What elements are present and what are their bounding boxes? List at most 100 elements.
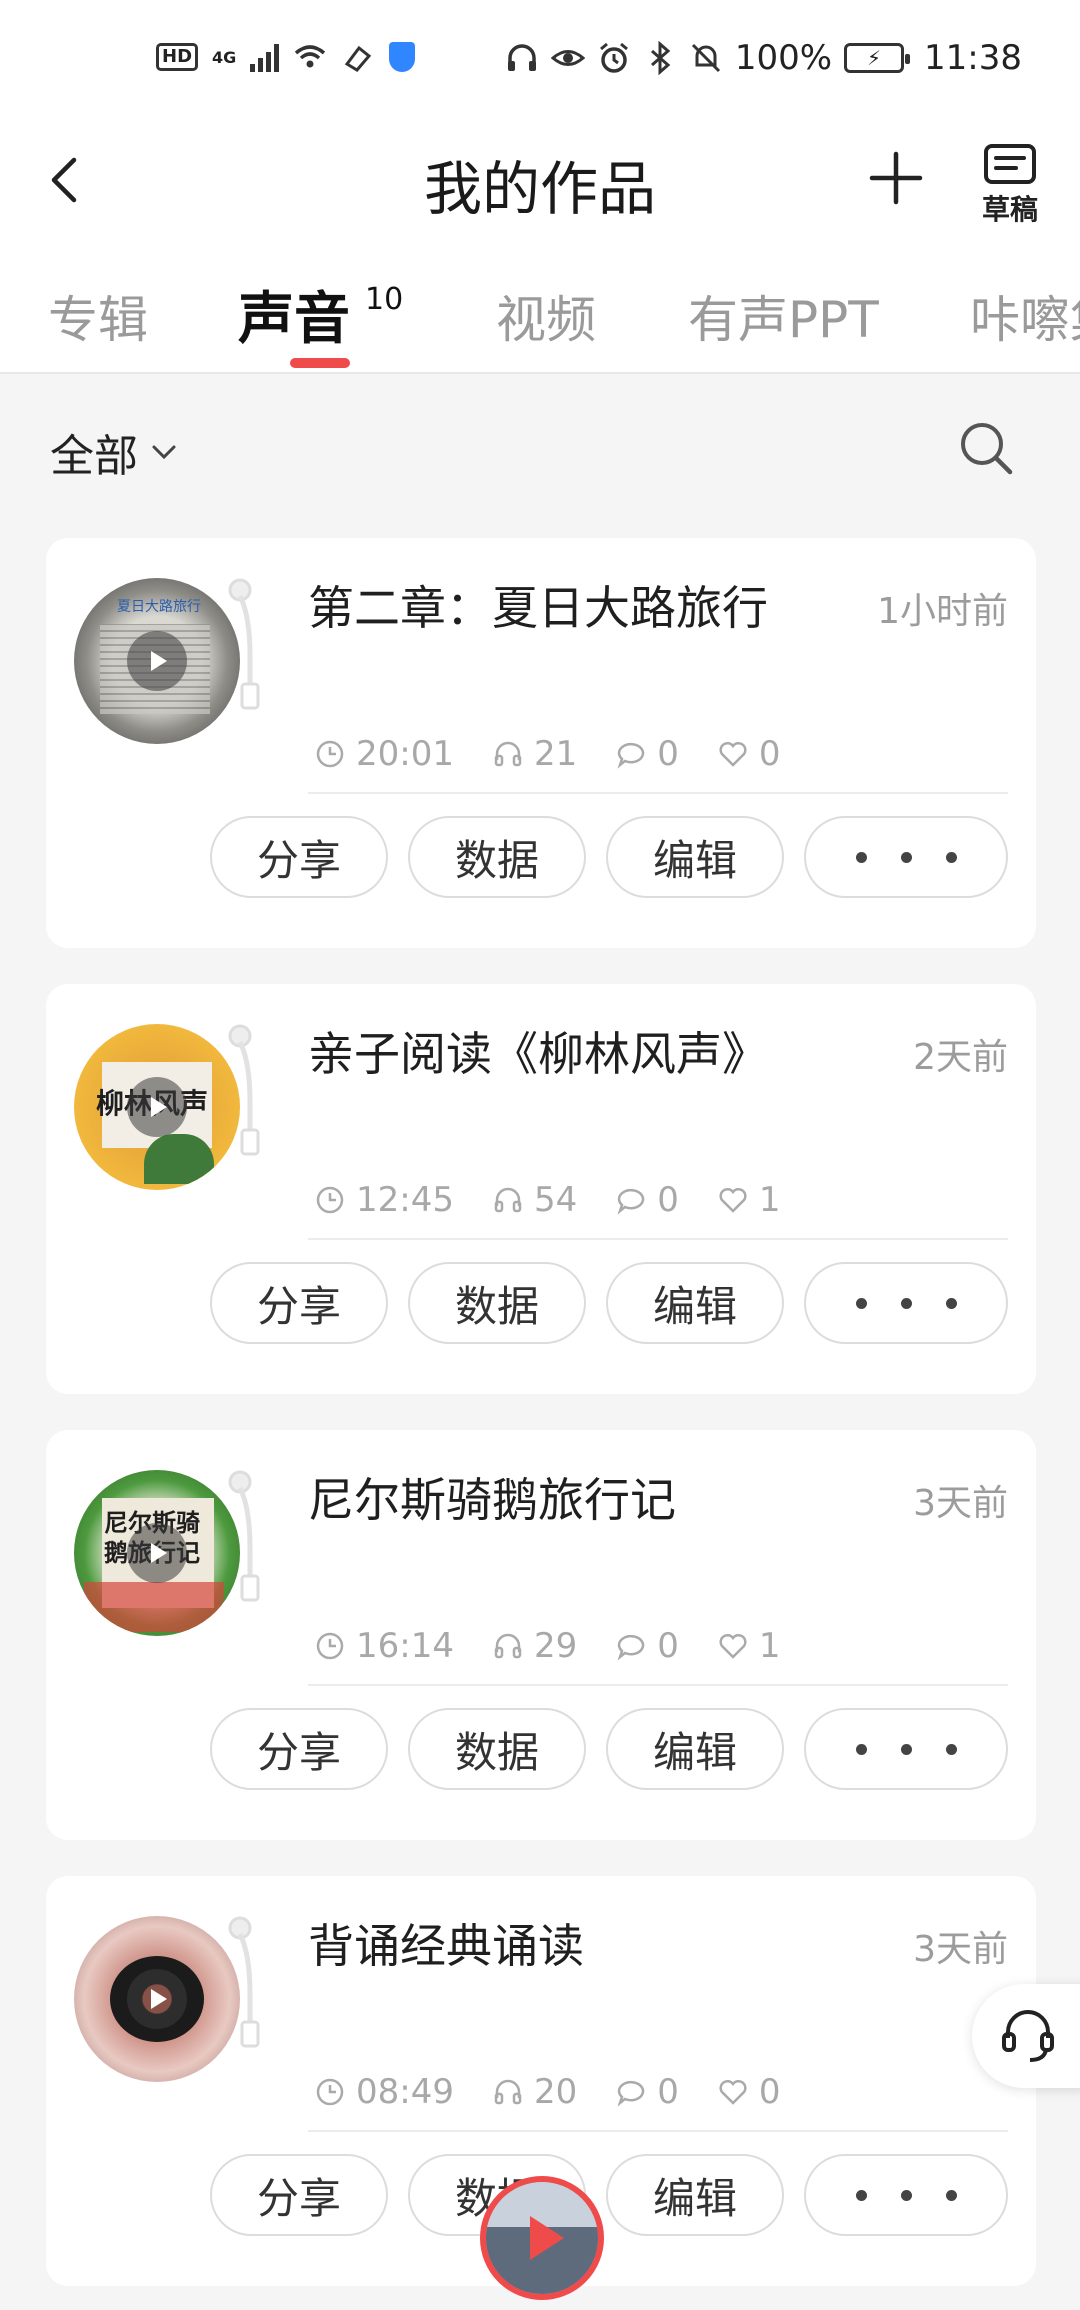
- more-button[interactable]: [804, 2154, 1008, 2236]
- work-stats: 08:49 20 0 0: [314, 2072, 819, 2112]
- eye-icon: [550, 50, 585, 66]
- draft-label: 草稿: [981, 193, 1038, 226]
- divider: [308, 2130, 1008, 2132]
- work-title: 背诵经典诵读: [308, 1919, 584, 1973]
- action-row: 分享 数据 编辑: [210, 816, 1008, 898]
- wifi-icon: [295, 45, 326, 68]
- headphones-icon: [494, 1633, 522, 1659]
- more-button[interactable]: [804, 1262, 1008, 1344]
- data-button[interactable]: 数据: [408, 816, 586, 898]
- comment-icon: [617, 1635, 645, 1661]
- likes-value: 0: [758, 2072, 781, 2112]
- data-saver-icon: [345, 45, 372, 72]
- comments-value: 0: [657, 1626, 679, 1666]
- tab-bar: 专辑 声音 10 视频 有声PPT 咔嚓集: [0, 240, 1080, 374]
- cover-image[interactable]: 柳林风声: [74, 1024, 240, 1190]
- draft-button[interactable]: 草稿: [980, 142, 1040, 232]
- work-card[interactable]: 夏日大路旅行 第二章：夏日大路旅行 1小时前 20:01 21 0 0 分享 数…: [46, 538, 1036, 948]
- add-icon[interactable]: [866, 148, 926, 208]
- network-type: 4G: [212, 47, 237, 67]
- cover-illustration: [144, 1134, 214, 1184]
- duration-stat: 12:45: [314, 1180, 454, 1220]
- work-card[interactable]: 柳林风声 亲子阅读《柳林风声》 2天前 12:45 54 0 1 分享 数据 编…: [46, 984, 1036, 1394]
- tonearm-icon: [228, 1024, 260, 1156]
- likes-stat: 0: [717, 734, 781, 774]
- divider: [308, 792, 1008, 794]
- headphones-icon: [507, 44, 536, 71]
- comment-icon: [617, 1189, 645, 1215]
- plays-stat: 21: [492, 734, 577, 774]
- clock-icon: [316, 740, 344, 768]
- more-icon: [855, 2189, 957, 2201]
- work-time: 1小时前: [877, 591, 1008, 632]
- clock: 11:38: [924, 38, 1022, 78]
- mini-player[interactable]: [480, 2176, 604, 2300]
- more-button[interactable]: [804, 816, 1008, 898]
- plays-value: 20: [533, 2072, 578, 2112]
- play-icon[interactable]: [127, 1077, 187, 1137]
- comments-stat: 0: [615, 2072, 679, 2112]
- edit-button[interactable]: 编辑: [606, 816, 784, 898]
- status-left: HD 4G: [156, 40, 416, 74]
- plays-value: 29: [533, 1626, 578, 1666]
- share-button[interactable]: 分享: [210, 1708, 388, 1790]
- hd-icon: HD: [156, 43, 199, 71]
- work-stats: 16:14 29 0 1: [314, 1626, 819, 1666]
- tab-sounds[interactable]: 声音: [238, 274, 350, 355]
- tab-audio-ppt[interactable]: 有声PPT: [688, 280, 879, 352]
- clock-icon: [316, 1632, 344, 1660]
- signal-icon: [250, 42, 280, 72]
- headphones-icon: [494, 1187, 522, 1213]
- edit-button[interactable]: 编辑: [606, 1708, 784, 1790]
- cover-image[interactable]: 尼尔斯骑鹅旅行记: [74, 1470, 240, 1636]
- tab-albums[interactable]: 专辑: [48, 280, 148, 352]
- chevron-down-icon: [152, 445, 176, 460]
- work-title: 尼尔斯骑鹅旅行记: [308, 1473, 676, 1527]
- data-button[interactable]: 数据: [408, 1708, 586, 1790]
- cover-image[interactable]: [74, 1916, 240, 2082]
- edit-button[interactable]: 编辑: [606, 2154, 784, 2236]
- tab-kacha[interactable]: 咔嚓集: [970, 280, 1080, 352]
- duration-value: 20:01: [356, 734, 454, 774]
- plays-stat: 29: [492, 1626, 577, 1666]
- play-icon[interactable]: [127, 1523, 187, 1583]
- status-right: 100% ⚡ 11:38: [505, 38, 1022, 78]
- heart-icon: [719, 1633, 747, 1659]
- screen: HD 4G 100% ⚡ 11:38 我的作品 草稿 专辑 声音 10 视频 有…: [0, 0, 1080, 2310]
- work-card[interactable]: 尼尔斯骑鹅旅行记 尼尔斯骑鹅旅行记 3天前 16:14 29 0 1 分享 数据…: [46, 1430, 1036, 1840]
- filter-dropdown[interactable]: 全部: [50, 420, 178, 484]
- duration-value: 12:45: [356, 1180, 454, 1220]
- headphones-icon: [494, 2079, 522, 2105]
- likes-stat: 1: [717, 1626, 781, 1666]
- data-button[interactable]: 数据: [408, 1262, 586, 1344]
- likes-stat: 1: [717, 1180, 781, 1220]
- alarm-icon: [599, 42, 628, 73]
- play-icon[interactable]: [127, 631, 187, 691]
- play-icon[interactable]: [127, 1969, 187, 2029]
- tab-videos[interactable]: 视频: [496, 280, 596, 352]
- search-icon[interactable]: [956, 418, 1016, 478]
- clock-icon: [316, 2078, 344, 2106]
- comment-icon: [617, 743, 645, 769]
- duration-value: 16:14: [356, 1626, 454, 1666]
- more-button[interactable]: [804, 1708, 1008, 1790]
- share-button[interactable]: 分享: [210, 816, 388, 898]
- share-button[interactable]: 分享: [210, 1262, 388, 1344]
- plays-stat: 54: [492, 1180, 577, 1220]
- more-icon: [855, 1743, 957, 1755]
- play-icon[interactable]: [530, 2216, 564, 2260]
- share-button[interactable]: 分享: [210, 2154, 388, 2236]
- mute-icon: [691, 43, 720, 73]
- cover-illustration: [84, 1582, 224, 1632]
- edit-button[interactable]: 编辑: [606, 1262, 784, 1344]
- customer-service-button[interactable]: [972, 1984, 1080, 2088]
- comments-value: 0: [657, 734, 679, 774]
- action-row: 分享 数据 编辑: [210, 1708, 1008, 1790]
- likes-value: 1: [758, 1180, 781, 1220]
- cover-image[interactable]: 夏日大路旅行: [74, 578, 240, 744]
- action-row: 分享 数据 编辑: [210, 1262, 1008, 1344]
- headset-icon: [1002, 2010, 1054, 2062]
- heart-icon: [719, 1187, 747, 1213]
- likes-value: 0: [758, 734, 781, 774]
- divider: [308, 1684, 1008, 1686]
